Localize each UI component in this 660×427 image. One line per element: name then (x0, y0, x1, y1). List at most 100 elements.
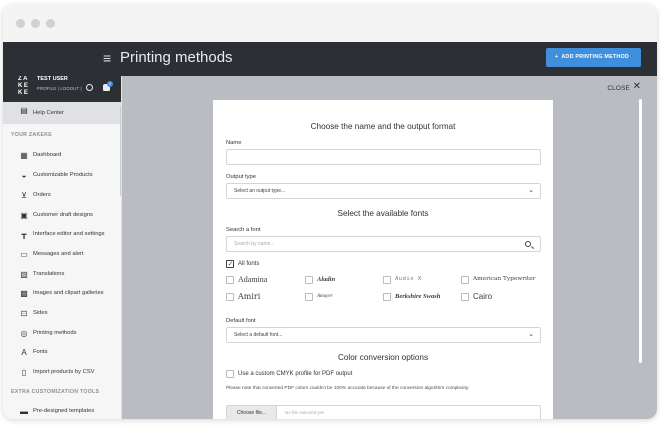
help-center-label: Help Center (33, 110, 64, 116)
font-checkbox-audio-x[interactable] (383, 276, 391, 284)
heading-fonts: Select the available fonts (337, 209, 429, 218)
sidebar-item-translations[interactable]: ▧ Translations (3, 266, 121, 285)
default-font-label: Default font (226, 318, 256, 324)
sidebar-item-label: Customizable Products (33, 172, 93, 178)
image-icon: ▩ (20, 289, 28, 298)
sidebar-item-label: Images and clipart galleries (33, 290, 104, 296)
font-icon: A (21, 348, 27, 357)
printing-icon: ◎ (20, 329, 28, 338)
sidebar-item-sides[interactable]: ⊡ Sides (3, 305, 121, 324)
message-icon: ▭ (20, 250, 28, 259)
window-dot-minimize[interactable] (31, 19, 40, 28)
font-label-berkshire-swash: Berkshire Swash (395, 293, 441, 300)
sidebar-item-dashboard[interactable]: ▦ Dashboard (3, 147, 121, 166)
name-label: Name (226, 140, 242, 146)
user-block: ZA KE KE TEST USER PROFILE | LOGOUT | 0 (3, 76, 121, 102)
sidebar-item-label: Fonts (33, 349, 48, 355)
basket-icon: ◒ (21, 171, 27, 180)
sidebar-item-customizable-products[interactable]: ◒ Customizable Products (3, 167, 121, 186)
name-input[interactable] (226, 149, 541, 165)
close-icon[interactable]: ✕ (633, 82, 641, 92)
sidebar-item-label: Sides (33, 310, 48, 316)
globe-icon[interactable] (86, 84, 93, 91)
sidebar-item-label: Import products by CSV (33, 369, 95, 375)
output-type-label: Output type (226, 174, 256, 180)
search-font-placeholder: Search by name... (234, 241, 275, 247)
sidebar-item-printing-methods[interactable]: ◎ Printing methods (3, 325, 121, 344)
sidebar-item-label: Pre-designed templates (33, 408, 95, 414)
help-center-item[interactable]: ▤ Help Center (3, 102, 121, 124)
window-dot-maximize[interactable] (46, 19, 55, 28)
cmyk-label: Use a custom CMYK profile for PDF output (238, 371, 353, 377)
sidebar-item-label: Dashboard (33, 152, 62, 158)
output-type-select[interactable]: Select an output type... ⌄ (226, 183, 541, 199)
translate-icon: ▧ (20, 270, 28, 279)
template-icon: ▬ (20, 407, 28, 416)
window-dot-close[interactable] (16, 19, 25, 28)
file-placeholder: No file selected yet (285, 410, 324, 415)
font-checkbox-cairo[interactable] (461, 293, 469, 301)
font-label-amiri: Amiri (238, 292, 261, 301)
chevron-down-icon: ⌄ (528, 331, 534, 338)
all-fonts-label: All fonts (238, 261, 260, 267)
sidebar-item-fonts[interactable]: A Fonts (3, 344, 121, 363)
add-printing-method-button[interactable]: + ADD PRINTING METHOD (546, 48, 641, 67)
search-font-input[interactable]: Search by name... (226, 236, 541, 252)
font-checkbox-adamina[interactable] (226, 276, 234, 284)
font-checkbox-american-typewriter[interactable] (461, 276, 469, 284)
add-button-label: ADD PRINTING METHOD (561, 54, 629, 60)
cart-icon: ⊻ (21, 191, 27, 200)
document-icon: ▤ (20, 106, 28, 115)
heading-color-conversion: Color conversion options (337, 353, 429, 362)
font-checkbox-amuyer[interactable] (305, 293, 313, 301)
default-font-value: Select a default font... (234, 332, 283, 338)
notification-badge: 0 (107, 81, 113, 87)
sidebar-item-pre-designed-templates[interactable]: ▬ Pre-designed templates (3, 403, 121, 419)
sidebar-item-images-clipart[interactable]: ▩ Images and clipart galleries (3, 285, 121, 304)
logo: ZA KE KE (18, 76, 30, 96)
heading-name-output: Choose the name and the output format (310, 122, 456, 131)
paint-roller-icon: ┳ (21, 230, 27, 239)
font-checkbox-amiri[interactable] (226, 293, 234, 301)
plus-icon: + (555, 54, 559, 60)
window-titlebar (3, 5, 657, 42)
hamburger-icon[interactable]: ≡ (103, 51, 111, 65)
sidebar-item-import-csv[interactable]: ▯ Import products by CSV (3, 364, 121, 383)
sidebar-item-orders[interactable]: ⊻ Orders (3, 187, 121, 206)
sidebar: ZA KE KE TEST USER PROFILE | LOGOUT | 0 … (3, 76, 122, 419)
font-checkbox-berkshire-swash[interactable] (383, 293, 391, 301)
font-checkbox-aladin[interactable] (305, 276, 313, 284)
sidebar-item-label: Translations (33, 271, 65, 277)
sidebar-item-label: Interface editor and settings (33, 231, 105, 237)
choose-file-button[interactable]: Choose file... (227, 406, 277, 419)
all-fonts-checkbox[interactable] (226, 260, 234, 268)
sidebar-item-interface-editor[interactable]: ┳ Interface editor and settings (3, 226, 121, 245)
content-scrollbar[interactable] (639, 99, 642, 363)
sidebar-item-label: Customer draft designs (33, 212, 93, 218)
user-name: TEST USER (37, 76, 68, 82)
close-label[interactable]: CLOSE (607, 85, 630, 92)
sidebar-item-label: Orders (33, 192, 51, 198)
app-window: ≡ Printing methods + ADD PRINTING METHOD … (3, 5, 657, 419)
font-label-audio-x: Audio X (395, 276, 422, 282)
sides-icon: ⊡ (20, 309, 28, 318)
chevron-down-icon: ⌄ (528, 187, 534, 194)
cmyk-file-input[interactable]: Choose file... No file selected yet (226, 405, 541, 419)
font-label-amuyer: Amuyer (317, 294, 333, 299)
sidebar-item-messages[interactable]: ▭ Messages and alert (3, 246, 121, 265)
search-font-label: Search a font (226, 227, 261, 233)
modal-overlay: CLOSE ✕ Choose the name and the output f… (122, 76, 657, 419)
font-label-cairo: Cairo (473, 292, 493, 301)
dashboard-icon: ▦ (20, 151, 28, 160)
sidebar-item-customer-draft-designs[interactable]: ▣ Customer draft designs (3, 207, 121, 226)
font-label-aladin: Aladin (317, 276, 336, 283)
cmyk-note: Please note that converted PDF colors co… (226, 386, 470, 391)
user-links[interactable]: PROFILE | LOGOUT | (37, 86, 82, 91)
draft-icon: ▣ (20, 211, 28, 220)
font-label-adamina: Adamina (238, 275, 268, 284)
cmyk-checkbox[interactable] (226, 370, 234, 378)
section-title-your-zakeke: YOUR ZAKEKE (11, 132, 53, 138)
font-label-american-typewriter: American Typewriter (473, 276, 536, 282)
default-font-select[interactable]: Select a default font... ⌄ (226, 327, 541, 343)
section-title-extra-tools: EXTRA CUSTOMIZATION TOOLS (11, 389, 100, 395)
